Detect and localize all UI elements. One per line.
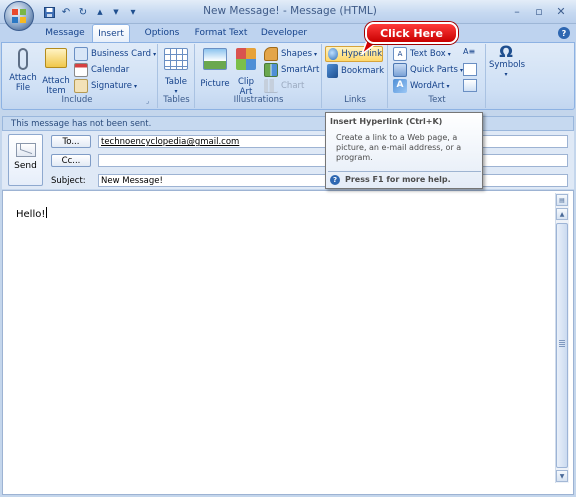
- tooltip-title: Insert Hyperlink (Ctrl+K): [330, 117, 443, 126]
- wordart-icon: A: [393, 79, 407, 93]
- bookmark-label: Bookmark: [341, 66, 385, 76]
- tab-developer[interactable]: Developer: [258, 24, 310, 42]
- tab-format-text[interactable]: Format Text: [192, 24, 250, 42]
- text-box-icon: A: [393, 47, 407, 61]
- smartart-icon: [264, 63, 278, 77]
- links-group-label: Links: [344, 95, 366, 105]
- table-button[interactable]: Table ▾: [161, 48, 191, 97]
- office-button[interactable]: [4, 1, 34, 31]
- save-icon[interactable]: [42, 5, 56, 19]
- body-text[interactable]: Hello!: [16, 207, 48, 220]
- paperclip-icon: [18, 48, 28, 70]
- symbols-button[interactable]: Ω Symbols ▾: [489, 42, 526, 80]
- chart-icon: [264, 79, 278, 93]
- customize-qat-icon[interactable]: ▾: [126, 5, 140, 19]
- drop-cap-icon[interactable]: A≡: [463, 47, 481, 60]
- business-card-label: Business Card: [91, 49, 152, 59]
- attach-file-button[interactable]: Attach File: [6, 48, 40, 93]
- up-arrow-icon[interactable]: ▲: [93, 5, 107, 19]
- signature-label: Signature: [91, 81, 133, 91]
- office-logo-icon: [12, 9, 26, 23]
- calendar-button[interactable]: Calendar: [74, 63, 129, 77]
- send-label: Send: [14, 161, 37, 171]
- undo-icon[interactable]: ↶: [59, 5, 73, 19]
- message-body[interactable]: [2, 190, 574, 495]
- scroll-down-icon[interactable]: ▼: [556, 470, 568, 482]
- shapes-label: Shapes: [281, 49, 313, 59]
- tables-group-label: Tables: [163, 95, 190, 105]
- include-group-label: Include: [61, 95, 93, 105]
- table-icon: [164, 48, 188, 70]
- info-bar: This message has not been sent.: [2, 116, 574, 131]
- shapes-icon: [264, 47, 278, 61]
- signature-icon: [74, 79, 88, 93]
- tab-message[interactable]: Message: [44, 24, 86, 42]
- signature-line-icon[interactable]: [463, 63, 477, 76]
- hyperlink-tooltip: Insert Hyperlink (Ctrl+K) Create a link …: [325, 112, 483, 189]
- text-caret: [46, 207, 48, 218]
- calendar-icon: [74, 63, 88, 77]
- table-label: Table: [165, 77, 187, 87]
- tab-options[interactable]: Options: [140, 24, 184, 42]
- quick-parts-button[interactable]: Quick Parts ▾: [393, 63, 463, 77]
- tooltip-help-text: Press F1 for more help.: [345, 175, 451, 184]
- wordart-label: WordArt: [410, 81, 445, 91]
- tooltip-body: Create a link to a Web page, a picture, …: [336, 133, 462, 162]
- subject-label: Subject:: [51, 176, 86, 186]
- shapes-button[interactable]: Shapes ▾: [264, 47, 317, 61]
- business-card-icon: [74, 47, 88, 61]
- click-here-callout: Click Here: [365, 22, 458, 44]
- business-card-button[interactable]: Business Card ▾: [74, 47, 156, 61]
- ruler-toggle-icon[interactable]: ▤: [556, 194, 568, 206]
- help-question-icon: ?: [330, 175, 340, 185]
- scrollbar-grip-icon: [559, 340, 565, 347]
- tab-insert[interactable]: Insert: [92, 24, 130, 43]
- minimize-button[interactable]: –: [506, 3, 528, 19]
- maximize-button[interactable]: ▫: [528, 3, 550, 19]
- attach-item-label-1: Attach: [42, 76, 70, 86]
- text-box-button[interactable]: A Text Box ▾: [393, 47, 451, 61]
- scroll-up-icon[interactable]: ▲: [556, 208, 568, 220]
- tooltip-divider: [328, 171, 481, 172]
- bookmark-icon: [327, 64, 338, 78]
- down-arrow-icon[interactable]: ▼: [109, 5, 123, 19]
- calendar-label: Calendar: [91, 65, 130, 75]
- picture-button[interactable]: Picture: [199, 48, 231, 89]
- clip-art-label-1: Clip: [237, 77, 255, 87]
- picture-label: Picture: [200, 79, 230, 89]
- cc-button[interactable]: Cc...: [51, 154, 91, 167]
- symbols-label: Symbols: [489, 60, 526, 70]
- window-title: New Message! - Message (HTML): [203, 5, 377, 17]
- body-text-content: Hello!: [16, 209, 46, 220]
- illustrations-group-label: Illustrations: [233, 95, 284, 105]
- chart-label: Chart: [281, 81, 305, 91]
- smartart-label: SmartArt: [281, 65, 320, 75]
- help-icon[interactable]: ?: [558, 27, 570, 39]
- dialog-launcher-icon[interactable]: ⌟: [146, 97, 154, 105]
- wordart-button[interactable]: A WordArt ▾: [393, 79, 450, 93]
- attach-file-label-1: Attach: [9, 73, 37, 83]
- picture-icon: [203, 48, 227, 70]
- attach-item-button[interactable]: Attach Item: [40, 48, 72, 96]
- send-envelope-icon: [15, 143, 36, 157]
- smartart-button[interactable]: SmartArt: [264, 63, 319, 77]
- text-box-label: Text Box: [410, 49, 446, 59]
- close-button[interactable]: ✕: [550, 3, 572, 19]
- bookmark-button[interactable]: Bookmark: [327, 64, 384, 78]
- signature-button[interactable]: Signature ▾: [74, 79, 137, 93]
- date-time-icon[interactable]: [463, 79, 477, 92]
- clip-art-icon: [236, 48, 256, 70]
- envelope-icon: [45, 48, 67, 68]
- send-button[interactable]: Send: [8, 134, 43, 186]
- clip-art-button[interactable]: Clip Art: [233, 48, 259, 97]
- quick-parts-label: Quick Parts: [410, 65, 458, 75]
- omega-icon: Ω: [499, 42, 513, 61]
- hyperlink-globe-icon: [328, 48, 339, 60]
- text-group-label: Text: [428, 95, 446, 105]
- to-button[interactable]: To...: [51, 135, 91, 148]
- attach-file-label-2: File: [15, 83, 31, 93]
- quick-parts-icon: [393, 63, 407, 77]
- redo-icon[interactable]: ↻: [76, 5, 90, 19]
- chart-button: Chart: [264, 79, 304, 93]
